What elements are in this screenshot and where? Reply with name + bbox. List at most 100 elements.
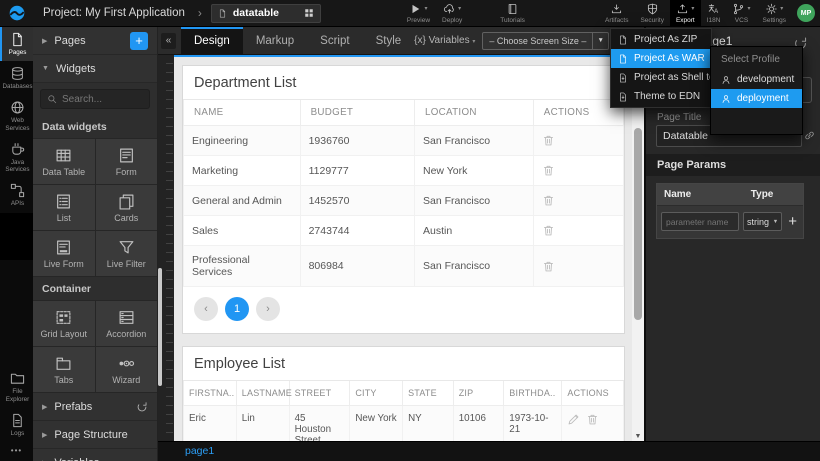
table-row[interactable]: Marketing 1129777 New York: [184, 156, 624, 186]
add-param-button[interactable]: +: [786, 214, 799, 229]
rail-item-web-services[interactable]: Web Services: [0, 95, 33, 136]
tab-design[interactable]: Design: [181, 27, 243, 55]
table-row[interactable]: Sales 2743744 Austin: [184, 216, 624, 246]
widget-tile-form[interactable]: Form: [96, 139, 158, 184]
tutorials-button[interactable]: Tutorials: [494, 0, 531, 27]
rail-item-java-services[interactable]: Java Services: [0, 137, 33, 178]
column-header[interactable]: CITY: [350, 381, 403, 406]
breadcrumb-chevron-icon: ›: [198, 6, 202, 20]
widget-tile-grid-layout[interactable]: Grid Layout: [33, 301, 95, 346]
widget-tile-cards[interactable]: Cards: [96, 185, 158, 230]
widget-tile-live-filter[interactable]: Live Filter: [96, 231, 158, 276]
collapse-panel-button[interactable]: «: [161, 33, 176, 49]
department-list-widget[interactable]: Department List NAME BUDGET LOCATION ACT…: [182, 65, 625, 334]
panel-scrollbar-thumb[interactable]: [158, 268, 162, 386]
column-header[interactable]: LOCATION: [414, 100, 533, 126]
upload-tray-icon: [676, 3, 689, 15]
user-avatar[interactable]: MP: [797, 4, 815, 22]
submenu-item-development[interactable]: development: [711, 70, 802, 89]
person-icon: [721, 94, 731, 104]
submenu-item-deployment[interactable]: deployment: [711, 89, 802, 108]
vcs-button[interactable]: ▾ VCS: [726, 0, 756, 27]
artifacts-button[interactable]: Artifacts: [599, 0, 634, 27]
menu-item-project-as-shell-to-edn[interactable]: Project as Shell to EDN: [611, 68, 711, 87]
page-structure-accordion[interactable]: ▶ Page Structure: [33, 421, 157, 449]
menu-item-project-as-war[interactable]: Project As WAR ►: [611, 49, 711, 68]
table-row[interactable]: Engineering 1936760 San Francisco: [184, 126, 624, 156]
page-number-button[interactable]: 1: [225, 297, 249, 321]
delete-icon[interactable]: [542, 134, 555, 147]
rail-item-apis[interactable]: APIs: [0, 178, 33, 212]
edit-icon[interactable]: [567, 413, 580, 426]
app-logo[interactable]: [0, 4, 33, 22]
pages-accordion[interactable]: ▶ Pages +: [33, 27, 157, 55]
prev-page-button[interactable]: ‹: [194, 297, 218, 321]
variables-accordion[interactable]: ▶ Variables: [33, 449, 157, 461]
menu-item-project-as-zip[interactable]: Project As ZIP: [611, 30, 711, 49]
rail-item-logs[interactable]: Logs: [0, 408, 33, 442]
rail-more-button[interactable]: •••: [0, 442, 33, 461]
chevron-down-icon: ▾: [747, 6, 750, 12]
i18n-button[interactable]: I18N: [701, 0, 727, 27]
column-header[interactable]: ZIP: [453, 381, 504, 406]
column-header[interactable]: BIRTHDA..: [504, 381, 562, 406]
chevron-down-icon: ▼: [592, 33, 607, 49]
export-menu: Project As ZIP Project As WAR ► Project …: [610, 28, 712, 108]
delete-icon[interactable]: [542, 164, 555, 177]
open-page-tab[interactable]: page1: [185, 445, 214, 457]
widgets-accordion[interactable]: ▼ Widgets: [33, 55, 157, 83]
scrollbar-thumb[interactable]: [634, 128, 642, 320]
widget-tile-list[interactable]: List: [33, 185, 95, 230]
delete-icon[interactable]: [542, 194, 555, 207]
rail-item-databases[interactable]: Databases: [0, 61, 33, 95]
design-canvas[interactable]: Department List NAME BUDGET LOCATION ACT…: [174, 55, 632, 441]
chevron-down-icon: ▾: [691, 6, 694, 12]
column-header[interactable]: NAME: [184, 100, 301, 126]
prefabs-accordion[interactable]: ▶ Prefabs: [33, 393, 157, 421]
column-header[interactable]: ACTIONS: [562, 381, 624, 406]
canvas-scrollbar[interactable]: ▼: [632, 55, 644, 441]
column-header[interactable]: BUDGET: [300, 100, 414, 126]
deploy-button[interactable]: ▾ Deploy: [436, 0, 468, 27]
add-page-button[interactable]: +: [130, 32, 148, 50]
column-header[interactable]: STREET: [289, 381, 350, 406]
menu-item-theme-to-edn[interactable]: Theme to EDN: [611, 87, 711, 106]
delete-icon[interactable]: [542, 224, 555, 237]
refresh-icon[interactable]: [136, 401, 148, 413]
chevron-down-icon: ▾: [780, 6, 783, 12]
tab-style[interactable]: Style: [363, 27, 415, 55]
widget-tile-tabs[interactable]: Tabs: [33, 347, 95, 392]
widget-tile-data-table[interactable]: Data Table: [33, 139, 95, 184]
delete-icon[interactable]: [542, 260, 555, 273]
bind-link-icon[interactable]: [803, 129, 816, 142]
column-header[interactable]: LASTNAME: [236, 381, 289, 406]
variables-dropdown[interactable]: {x} Variables ▾: [414, 35, 475, 46]
preview-button[interactable]: ▾ Preview: [401, 0, 436, 27]
tab-markup[interactable]: Markup: [243, 27, 307, 55]
department-table: NAME BUDGET LOCATION ACTIONS Engineering…: [183, 100, 624, 287]
next-page-button[interactable]: ›: [256, 297, 280, 321]
column-header[interactable]: STATE: [403, 381, 454, 406]
widget-tile-accordion[interactable]: Accordion: [96, 301, 158, 346]
page-params-table: Name Type string ▼ +: [656, 183, 804, 239]
widget-search-input[interactable]: [62, 94, 143, 105]
export-button[interactable]: ▾ Export: [670, 0, 701, 27]
delete-icon[interactable]: [586, 413, 599, 426]
column-header[interactable]: FIRSTNA..: [184, 381, 237, 406]
scroll-down-icon[interactable]: ▼: [632, 433, 644, 440]
table-row[interactable]: Eric Lin 45 Houston Street New York NY 1…: [184, 406, 624, 442]
param-type-select[interactable]: string ▼: [743, 212, 782, 231]
tab-script[interactable]: Script: [307, 27, 362, 55]
security-button[interactable]: Security: [634, 0, 669, 27]
table-row[interactable]: Professional Services 806984 San Francis…: [184, 246, 624, 287]
screen-size-select[interactable]: – Choose Screen Size – ▼: [482, 32, 609, 50]
page-selector[interactable]: datatable: [211, 4, 321, 23]
table-row[interactable]: General and Admin 1452570 San Francisco: [184, 186, 624, 216]
param-name-input[interactable]: [661, 212, 739, 231]
employee-list-widget[interactable]: Employee List FIRSTNA.. LASTNAME STREET …: [182, 346, 625, 441]
rail-item-file-explorer[interactable]: File Explorer: [0, 366, 33, 407]
widget-tile-wizard[interactable]: Wizard: [96, 347, 158, 392]
settings-button[interactable]: ▾ Settings: [757, 0, 793, 27]
rail-item-pages[interactable]: Pages: [0, 27, 33, 61]
widget-tile-live-form[interactable]: Live Form: [33, 231, 95, 276]
